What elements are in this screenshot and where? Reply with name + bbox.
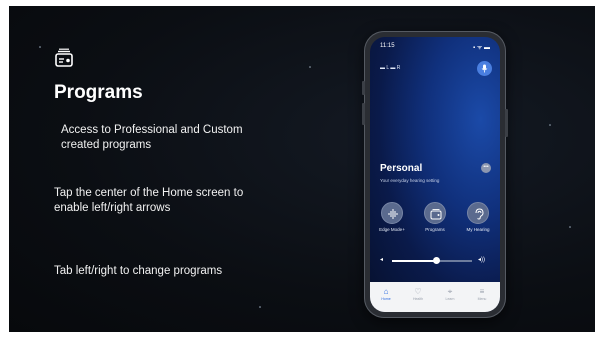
volume-slider-fill xyxy=(392,260,436,262)
program-subtitle: Your everyday hearing setting xyxy=(380,178,440,183)
tab-health[interactable]: ♡ Health xyxy=(405,287,431,301)
bullet-text: Tab left/right to change programs xyxy=(54,265,223,277)
tab-label: Health xyxy=(412,297,424,301)
status-time: 11:15 xyxy=(380,43,395,49)
microphone-button[interactable] xyxy=(477,61,492,76)
background-star xyxy=(569,226,571,228)
volume-slider-thumb[interactable] xyxy=(432,257,440,264)
edge-mode-button[interactable] xyxy=(381,202,403,224)
phone-side-button xyxy=(362,103,365,125)
bullet-text: Tap the center of the Home screen to ena… xyxy=(54,187,244,214)
background-star xyxy=(259,306,261,308)
home-icon: ⌂ xyxy=(383,287,389,296)
ear-icon xyxy=(475,208,484,220)
tab-label: Home xyxy=(381,297,391,301)
slide-title: Programs xyxy=(54,82,143,103)
phone-mockup: 11:15 ▪ ᯤ ▬ ▬ L ▬ R Personal Your everyd… xyxy=(362,31,508,318)
bullet-text: Access to Professional and Custom create… xyxy=(61,124,243,151)
program-card-icon xyxy=(55,48,73,67)
tab-label: Learn xyxy=(445,297,455,301)
waveform-icon xyxy=(388,209,398,219)
tab-menu[interactable]: ≡ Menu xyxy=(469,287,495,301)
menu-icon: ≡ xyxy=(479,287,485,296)
presentation-slide: Programs Access to Professional and Cust… xyxy=(9,6,595,332)
tab-home[interactable]: ⌂ Home xyxy=(373,287,399,301)
phone-side-button xyxy=(362,81,365,95)
background-star xyxy=(549,124,551,126)
programs-button[interactable] xyxy=(424,202,446,224)
my-hearing-button[interactable] xyxy=(467,202,489,224)
my-hearing-label: My Hearing xyxy=(466,227,490,232)
heart-icon: ♡ xyxy=(414,287,422,296)
background-star xyxy=(39,46,41,48)
tab-learn[interactable]: ⌖ Learn xyxy=(437,287,463,301)
background-star xyxy=(309,66,311,68)
phone-side-button xyxy=(505,109,508,137)
status-icons: ▪ ᯤ ▬ xyxy=(473,45,490,51)
edge-mode-label: Edge Mode+ xyxy=(379,227,405,232)
volume-high-icon: ◂)) xyxy=(478,257,486,263)
programs-label: Programs xyxy=(425,227,445,232)
volume-low-icon: ◂ xyxy=(380,257,384,263)
program-name[interactable]: Personal xyxy=(380,163,422,174)
microphone-icon xyxy=(481,64,488,73)
volume-slider[interactable] xyxy=(392,257,472,264)
hearing-aid-status: ▬ L ▬ R xyxy=(380,65,401,71)
more-options-button[interactable]: ••• xyxy=(481,163,491,173)
phone-screen: 11:15 ▪ ᯤ ▬ ▬ L ▬ R Personal Your everyd… xyxy=(370,37,500,312)
program-card-icon xyxy=(430,209,442,220)
graduation-cap-icon: ⌖ xyxy=(447,287,453,296)
bottom-tab-bar: ⌂ Home ♡ Health ⌖ Learn ≡ Menu xyxy=(370,282,500,312)
tab-label: Menu xyxy=(477,297,487,301)
